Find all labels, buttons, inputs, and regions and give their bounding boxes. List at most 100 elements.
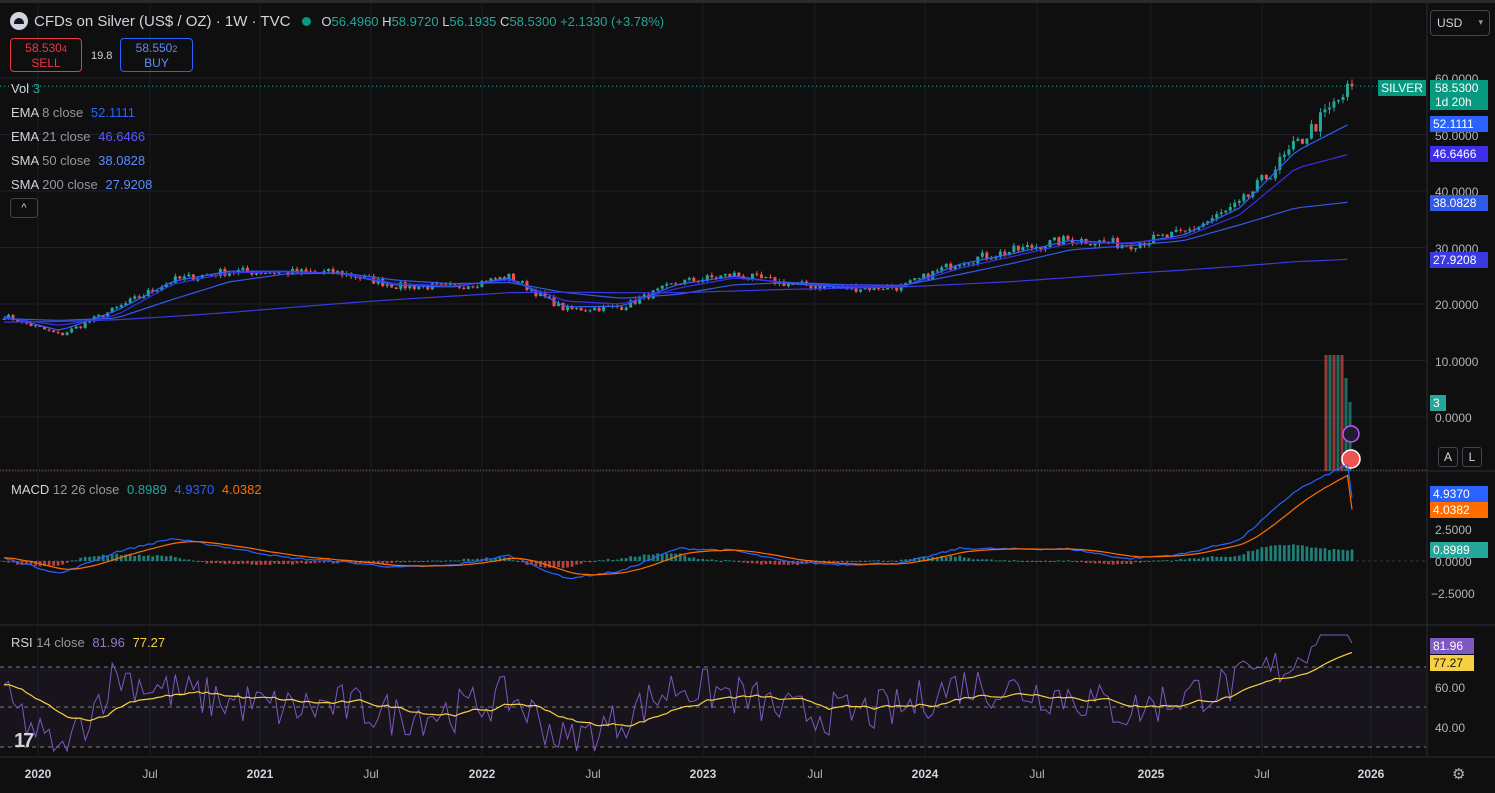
- macd-histogram-bar: [877, 560, 881, 562]
- macd-histogram-bar: [1174, 559, 1178, 561]
- macd-histogram-bar: [1044, 560, 1047, 562]
- candle-body: [394, 287, 398, 290]
- log-scale-button[interactable]: L: [1462, 447, 1482, 467]
- macd-histogram-bar: [886, 561, 890, 562]
- candle-body: [1111, 238, 1115, 243]
- macd-histogram-bar: [516, 561, 520, 562]
- macd-histogram-bar: [859, 561, 862, 562]
- auto-scale-button[interactable]: A: [1438, 447, 1458, 467]
- candle-body: [1228, 207, 1232, 211]
- tradingview-logo-icon[interactable]: 17: [14, 730, 34, 753]
- macd-histogram-bar: [624, 558, 628, 561]
- macd-histogram-bar: [597, 560, 601, 562]
- candle-body: [1260, 175, 1264, 181]
- candle-body: [561, 302, 565, 311]
- time-label: Jul: [585, 767, 601, 781]
- candle-body: [674, 283, 678, 285]
- symbol-title[interactable]: CFDs on Silver (US$ / OZ) · 1W · TVC: [34, 13, 290, 30]
- candle-body: [471, 286, 475, 288]
- macd-histogram-bar: [300, 561, 303, 563]
- macd-histogram-bar: [426, 560, 430, 562]
- macd-histogram-bar: [1134, 561, 1137, 563]
- candle-body: [1264, 175, 1268, 179]
- macd-histogram-bar: [1242, 554, 1246, 561]
- macd-histogram-bar: [7, 561, 10, 563]
- ema8-legend[interactable]: EMA 8 close 52.1111: [11, 105, 135, 120]
- candle-body: [268, 272, 272, 274]
- sell-button[interactable]: 58.5304 SELL: [10, 38, 82, 72]
- volume-bar: [1336, 355, 1340, 471]
- rsi-tick: 60.00: [1435, 681, 1466, 695]
- macd-histogram-bar: [264, 561, 267, 565]
- macd-histogram-bar: [692, 557, 696, 561]
- candle-body: [1345, 83, 1349, 97]
- macd-histogram-bar: [588, 561, 592, 563]
- macd-histogram-bar: [683, 555, 687, 561]
- macd-histogram-bar: [1093, 561, 1097, 564]
- macd-histogram-bar: [850, 561, 853, 562]
- candle-body: [962, 264, 966, 266]
- macd-histogram-bar: [962, 557, 966, 561]
- candle-body: [1305, 138, 1309, 144]
- macd-histogram-bar: [1062, 560, 1065, 562]
- macd-histogram-bar: [79, 557, 83, 561]
- macd-histogram-bar: [83, 556, 87, 561]
- candle-body: [566, 306, 570, 311]
- macd-legend[interactable]: MACD 12 26 close 0.8989 4.9370 4.0382: [11, 482, 262, 497]
- sma50-tag: 38.0828: [1430, 195, 1488, 211]
- macd-histogram-bar: [1310, 547, 1313, 561]
- candle-body: [52, 330, 56, 333]
- macd-histogram-bar: [1332, 548, 1336, 561]
- rsi-tag: 81.96: [1430, 638, 1474, 654]
- vol-legend[interactable]: Vol 3: [11, 81, 40, 96]
- candle-body: [56, 332, 60, 334]
- macd-histogram-bar: [890, 560, 894, 562]
- candle-body: [1134, 248, 1138, 250]
- candle-body: [737, 272, 741, 277]
- macd-histogram-bar: [755, 561, 759, 564]
- macd-histogram-bar: [1057, 560, 1061, 562]
- candle-body: [1291, 141, 1295, 150]
- macd-histogram-bar: [417, 561, 421, 562]
- macd-histogram-bar: [1165, 559, 1169, 561]
- candle-body: [466, 286, 470, 290]
- candle-body: [989, 258, 993, 260]
- macd-histogram-bar: [313, 561, 317, 564]
- currency-select[interactable]: USD ▾: [1430, 10, 1490, 36]
- chart-window: CFDs on Silver (US$ / OZ) · 1W · TVC O56…: [0, 0, 1495, 793]
- macd-histogram-bar: [1323, 548, 1327, 561]
- macd-histogram-bar: [1314, 547, 1318, 561]
- buy-button[interactable]: 58.5502 BUY: [120, 38, 193, 72]
- macd-histogram-bar: [408, 561, 412, 562]
- candle-body: [1089, 244, 1093, 246]
- rsi-legend[interactable]: RSI 14 close 81.96 77.27: [11, 635, 165, 650]
- high-value: 58.9720: [391, 13, 439, 29]
- sma50-legend[interactable]: SMA 50 close 38.0828: [11, 153, 145, 168]
- macd-histogram-bar: [133, 555, 137, 561]
- macd-histogram-bar: [1296, 545, 1300, 561]
- time-label: Jul: [142, 767, 158, 781]
- gear-icon[interactable]: ⚙: [1452, 765, 1465, 783]
- macd-histogram-bar: [868, 560, 872, 562]
- macd-histogram-bar: [1080, 561, 1083, 562]
- ema21-legend[interactable]: EMA 21 close 46.6466: [11, 129, 145, 144]
- macd-histogram-bar: [1084, 561, 1088, 564]
- macd-histogram-bar: [1021, 561, 1025, 562]
- candle-body: [1012, 245, 1016, 252]
- sma200-tag: 27.9208: [1430, 252, 1488, 268]
- macd-histogram-bar: [1301, 545, 1304, 561]
- chart-canvas[interactable]: [0, 0, 1495, 793]
- macd-histogram-bar: [160, 555, 164, 561]
- collapse-legend-button[interactable]: ^: [10, 198, 38, 218]
- market-open-icon: [302, 16, 312, 26]
- macd-histogram-bar: [462, 558, 466, 561]
- candle-body: [1300, 138, 1304, 144]
- candle-body: [908, 280, 912, 284]
- vol-tag: 3: [1430, 395, 1446, 411]
- sma200-legend[interactable]: SMA 200 close 27.9208: [11, 177, 152, 192]
- macd-histogram-bar: [579, 561, 583, 564]
- candle-body: [115, 307, 119, 309]
- macd-histogram-bar: [1053, 561, 1056, 562]
- candle-body: [1025, 245, 1029, 247]
- candle-body: [1138, 243, 1142, 249]
